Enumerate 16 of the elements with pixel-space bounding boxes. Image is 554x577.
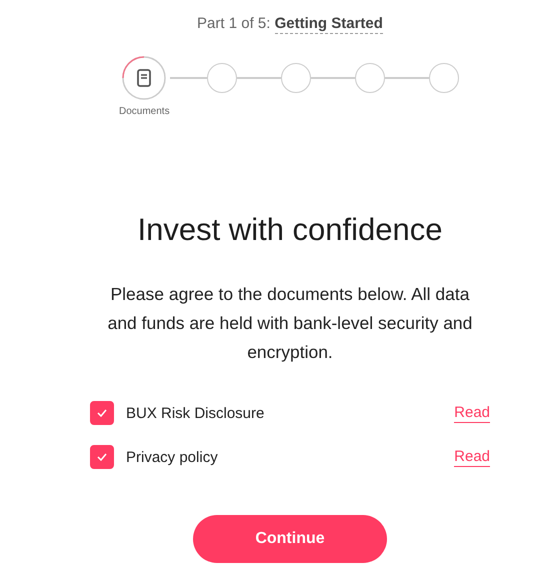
read-link[interactable]: Read	[454, 448, 490, 466]
checkbox[interactable]	[90, 401, 114, 425]
checkmark-icon	[97, 409, 107, 417]
step-label: Documents	[119, 106, 170, 117]
checkmark-icon	[97, 453, 107, 461]
document-label: BUX Risk Disclosure	[126, 404, 266, 422]
part-counter: Part 1 of 5:	[197, 15, 270, 32]
description: Please agree to the documents below. All data and funds are held with bank-level security and encryption.	[106, 283, 474, 364]
continue-button[interactable]: Continue	[193, 515, 387, 563]
read-link[interactable]: Read	[454, 404, 490, 422]
checkbox[interactable]	[90, 445, 114, 469]
step-indicator[interactable]	[122, 56, 166, 100]
page-title: Invest with confidence	[136, 211, 444, 249]
document-label: Privacy policy	[126, 448, 219, 466]
section-link[interactable]: Getting Started	[274, 15, 383, 34]
document-icon	[137, 69, 152, 87]
